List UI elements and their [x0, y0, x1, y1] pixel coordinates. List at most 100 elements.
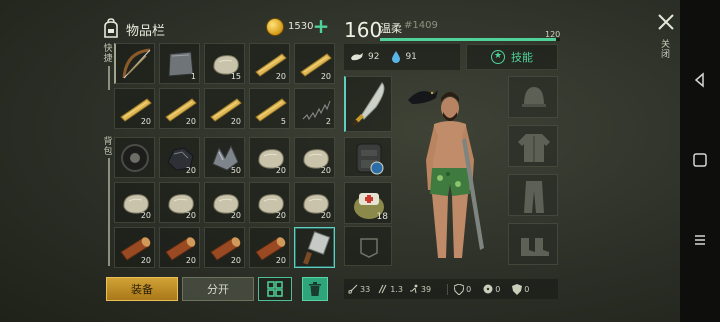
- trash-button[interactable]: [302, 277, 328, 301]
- quickbar-slot[interactable]: 20: [114, 88, 155, 129]
- quickbar-slot[interactable]: 20: [294, 43, 335, 84]
- head-slot[interactable]: [508, 76, 558, 118]
- backpack-slot[interactable]: 20: [294, 182, 335, 223]
- item-count: 50: [230, 166, 241, 175]
- quickbar-slot[interactable]: 20: [159, 88, 200, 129]
- quickbar-divider: [108, 66, 110, 90]
- close-label[interactable]: 关闭: [661, 40, 671, 60]
- xp-bar: [380, 38, 560, 41]
- defense-shield-icon: [512, 283, 523, 295]
- backpack-slot[interactable]: [294, 227, 335, 268]
- player-level: 160: [344, 18, 383, 42]
- pocket-slot[interactable]: [344, 226, 392, 266]
- pocket-icon: [360, 238, 378, 258]
- equip-button[interactable]: 装备: [106, 277, 178, 301]
- feet-slot[interactable]: [508, 223, 558, 265]
- backpack-slot[interactable]: 20: [294, 137, 335, 178]
- armor-value: 0: [466, 284, 472, 294]
- item-count: 20: [140, 256, 151, 265]
- tire-icon: [121, 144, 149, 172]
- item-count: 20: [230, 211, 241, 220]
- add-coins-button[interactable]: +: [312, 16, 330, 36]
- item-count: 20: [275, 72, 286, 81]
- xp-bar-fill: [380, 38, 557, 41]
- pants-icon: [524, 181, 544, 213]
- bag-slot[interactable]: [344, 137, 392, 177]
- running-icon: [409, 284, 418, 294]
- item-count: 20: [230, 117, 241, 126]
- split-button[interactable]: 分开: [182, 277, 254, 301]
- backpack-divider: [108, 158, 110, 266]
- helmet-icon: [522, 87, 546, 107]
- legs-slot[interactable]: [508, 174, 558, 216]
- backpack-slot[interactable]: 20: [204, 227, 245, 268]
- star-icon: ★: [491, 50, 505, 64]
- home-nav-icon[interactable]: [692, 152, 708, 168]
- quickbar-slot[interactable]: 1: [159, 43, 200, 84]
- item-count: 20: [230, 256, 241, 265]
- backpack-slot[interactable]: 20: [249, 182, 290, 223]
- inventory-title: 物品栏: [126, 23, 166, 39]
- backpack-slot[interactable]: 50: [204, 137, 245, 178]
- quickbar-grid: 1 15 20 20 20 20 20 5 2: [114, 43, 335, 129]
- backpack-slot[interactable]: 20: [114, 182, 155, 223]
- food-icon: [351, 53, 363, 61]
- skills-label: 技能: [511, 51, 533, 64]
- item-count: 20: [185, 256, 196, 265]
- attack-speed-icon: [378, 284, 387, 294]
- backpack-label: 背包: [103, 137, 113, 157]
- quickbar-slot[interactable]: 20: [249, 43, 290, 84]
- backpack-slot[interactable]: 20: [159, 227, 200, 268]
- inventory-header: 物品栏 1530 +: [100, 14, 330, 44]
- item-count: 5: [280, 117, 286, 126]
- backpack-slot[interactable]: 20: [159, 137, 200, 178]
- item-count: 20: [275, 211, 286, 220]
- machete-icon: [351, 82, 385, 127]
- item-count: 20: [140, 211, 151, 220]
- sword-icon: [348, 284, 358, 294]
- item-count: 20: [185, 166, 196, 175]
- backpack-slot[interactable]: 20: [159, 182, 200, 223]
- sort-button[interactable]: [258, 277, 292, 301]
- medkit-slot[interactable]: 18: [344, 182, 392, 224]
- item-count: 20: [320, 72, 331, 81]
- skills-button[interactable]: ★ 技能: [466, 44, 558, 70]
- grid-sort-icon: [267, 281, 283, 297]
- close-icon[interactable]: [656, 12, 676, 32]
- stats-bar: 33 1.3 39 0 0 0: [344, 279, 558, 299]
- coin-count: 1530: [288, 21, 314, 32]
- backpack-slot[interactable]: 20: [114, 227, 155, 268]
- back-nav-icon[interactable]: [692, 72, 708, 88]
- water-drop-icon: [392, 51, 401, 63]
- attack-value: 33: [360, 284, 371, 294]
- item-count: 20: [320, 211, 331, 220]
- item-count: 20: [140, 117, 151, 126]
- backpack-grid: 20 50 20 20 20 20 20 20 20 20 20 20 20: [114, 137, 335, 268]
- boots-icon: [521, 238, 549, 256]
- trash-icon: [309, 282, 321, 296]
- backpack-icon: [104, 18, 118, 38]
- radiation-icon: [483, 284, 493, 294]
- player-name: 温柔: [380, 22, 402, 35]
- backpack-slot[interactable]: [114, 137, 155, 178]
- quickbar-label: 快捷: [103, 44, 113, 64]
- quickbar-slot[interactable]: 15: [204, 43, 245, 84]
- quickbar-slot[interactable]: 20: [204, 88, 245, 129]
- quickbar-slot[interactable]: 5: [249, 88, 290, 129]
- water-value: 91: [405, 52, 417, 62]
- backpack-slot[interactable]: 20: [249, 227, 290, 268]
- armor-shield-icon: [454, 283, 465, 295]
- quickbar-slot[interactable]: [114, 43, 155, 84]
- android-nav-bar: [680, 0, 720, 322]
- weapon-slot[interactable]: [344, 76, 392, 132]
- torso-slot[interactable]: [508, 125, 558, 167]
- player-id: #1409: [404, 20, 438, 31]
- bag-count: 18: [376, 212, 388, 222]
- character-figure: [408, 90, 484, 258]
- coin-icon: [266, 18, 284, 36]
- backpack-slot[interactable]: 20: [249, 137, 290, 178]
- quickbar-slot[interactable]: 2: [294, 88, 335, 129]
- backpack-slot[interactable]: 20: [204, 182, 245, 223]
- menu-nav-icon[interactable]: [692, 232, 708, 248]
- food-value: 92: [368, 52, 380, 62]
